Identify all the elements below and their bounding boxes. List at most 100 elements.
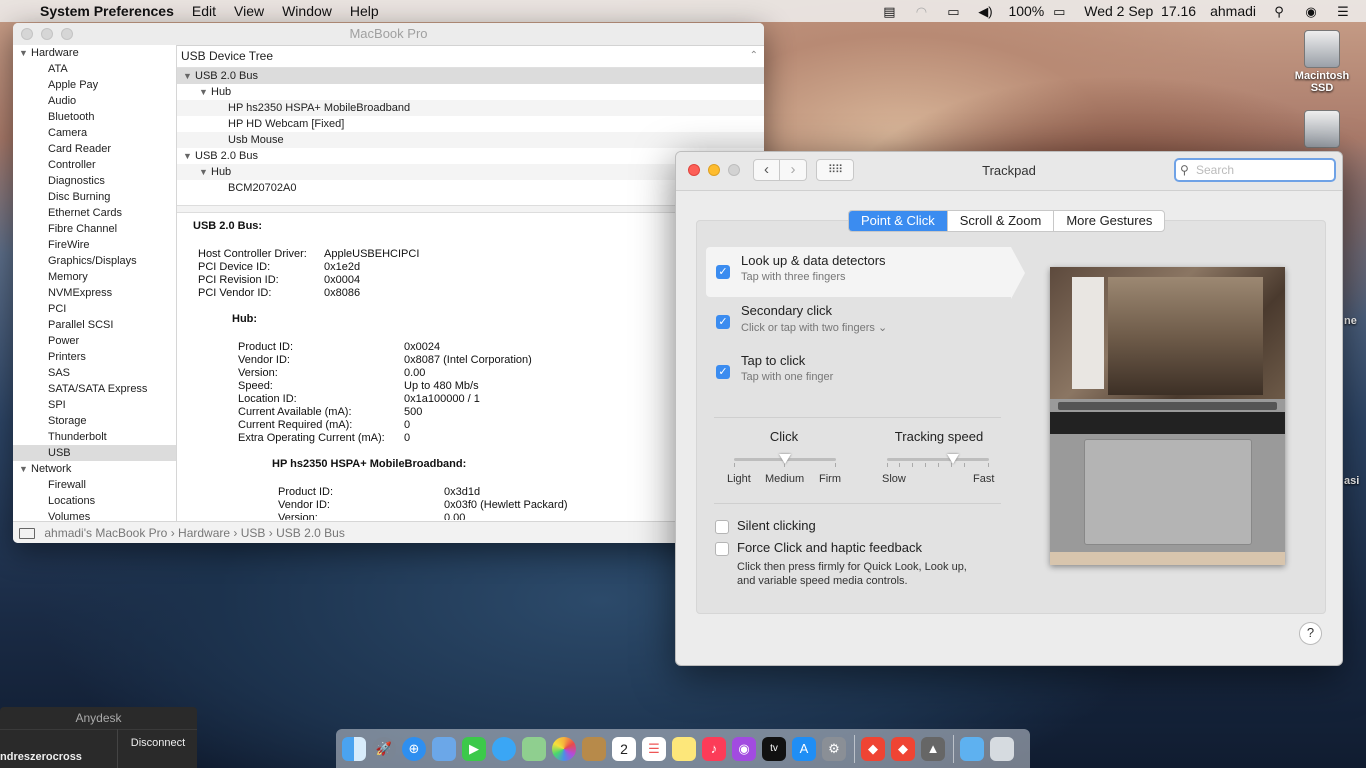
tracking-speed-knob[interactable] [947, 454, 960, 464]
sidebar-item-firewire[interactable]: FireWire [13, 237, 176, 253]
silent-clicking-checkbox[interactable] [715, 520, 729, 534]
tree-row[interactable]: ▼ Hub [177, 84, 764, 100]
sidebar-item-power[interactable]: Power [13, 333, 176, 349]
disclosure-triangle-icon[interactable]: ▼ [199, 84, 211, 100]
notes-icon[interactable] [672, 736, 696, 761]
path-item[interactable]: ahmadi's MacBook Pro [44, 526, 167, 540]
photos-icon[interactable] [552, 736, 576, 761]
battery-icon[interactable]: ▭ [1048, 4, 1070, 19]
sidebar-item-parallel-scsi[interactable]: Parallel SCSI [13, 317, 176, 333]
sidebar-item-ethernet-cards[interactable]: Ethernet Cards [13, 205, 176, 221]
disclosure-triangle-icon[interactable]: ▼ [199, 164, 211, 180]
sidebar-item-firewall[interactable]: Firewall [13, 477, 176, 493]
path-item[interactable]: Hardware [178, 526, 230, 540]
sidebar-item-fibre-channel[interactable]: Fibre Channel [13, 221, 176, 237]
downloads-folder-icon[interactable] [960, 736, 984, 761]
app-store-icon[interactable]: A [792, 736, 816, 761]
option-look-up[interactable]: ✓ Look up & data detectors Tap with thre… [706, 247, 1025, 299]
disclosure-triangle-icon[interactable]: ▼ [19, 45, 31, 61]
sidebar-item-audio[interactable]: Audio [13, 93, 176, 109]
sidebar-item-apple-pay[interactable]: Apple Pay [13, 77, 176, 93]
anydesk-2-icon[interactable]: ◆ [891, 736, 915, 761]
option-secondary-click[interactable]: ✓ Secondary click Click or tap with two … [706, 297, 1011, 347]
calendar-icon[interactable]: 2 [612, 736, 636, 761]
system-preferences-icon[interactable]: ⚙ [822, 736, 846, 761]
sidebar-item-storage[interactable]: Storage [13, 413, 176, 429]
search-field[interactable]: ⚲ Search [1174, 158, 1336, 182]
minimize-button[interactable] [41, 28, 53, 40]
podcasts-icon[interactable]: ◉ [732, 736, 756, 761]
finder-icon[interactable] [342, 736, 366, 761]
sidebar-item-sata[interactable]: SATA/SATA Express [13, 381, 176, 397]
sidebar-item-disc-burning[interactable]: Disc Burning [13, 189, 176, 205]
option-sublabel[interactable]: Click or tap with two fingers ⌄ [741, 321, 887, 334]
safari-icon[interactable]: ⊕ [402, 736, 426, 761]
script-editor-icon[interactable]: ▲ [921, 736, 945, 761]
music-icon[interactable]: ♪ [702, 736, 726, 761]
maps-icon[interactable] [522, 736, 546, 761]
sidebar-item-nvmexpress[interactable]: NVMExpress [13, 285, 176, 301]
sidebar-item-graphics-displays[interactable]: Graphics/Displays [13, 253, 176, 269]
sidebar-item-volumes[interactable]: Volumes [13, 509, 176, 521]
menu-app-name[interactable]: System Preferences [40, 3, 174, 19]
tree-row[interactable]: Usb Mouse [177, 132, 764, 148]
contacts-icon[interactable] [582, 736, 606, 761]
menu-help[interactable]: Help [350, 3, 379, 19]
sidebar-item-printers[interactable]: Printers [13, 349, 176, 365]
silent-clicking-label[interactable]: Silent clicking [737, 518, 816, 533]
sidebar-item-memory[interactable]: Memory [13, 269, 176, 285]
sidebar-item-controller[interactable]: Controller [13, 157, 176, 173]
facetime-icon[interactable]: ▶ [462, 736, 486, 761]
messages-icon[interactable] [492, 736, 516, 761]
tab-more-gestures[interactable]: More Gestures [1054, 211, 1164, 231]
sidebar-item-diagnostics[interactable]: Diagnostics [13, 173, 176, 189]
close-button[interactable] [21, 28, 33, 40]
sidebar-item-usb[interactable]: USB [13, 445, 176, 461]
disclosure-triangle-icon[interactable]: ▼ [19, 461, 31, 477]
secondary-click-checkbox[interactable]: ✓ [716, 315, 730, 329]
tree-row[interactable]: ▼ USB 2.0 Bus [177, 68, 764, 84]
option-tap-to-click[interactable]: ✓ Tap to click Tap with one finger [706, 347, 1011, 397]
battery-percent[interactable]: 100% [1008, 3, 1044, 19]
sidebar-item-pci[interactable]: PCI [13, 301, 176, 317]
sidebar-group-network[interactable]: ▼ Network [13, 461, 176, 477]
activity-monitor-icon[interactable]: ▤ [880, 4, 898, 19]
force-click-label[interactable]: Force Click and haptic feedback [737, 540, 922, 555]
reminders-icon[interactable]: ☰ [642, 736, 666, 761]
menu-user[interactable]: ahmadi [1210, 3, 1256, 19]
menu-window[interactable]: Window [282, 3, 332, 19]
notification-center-icon[interactable]: ☰ [1334, 4, 1352, 19]
tap-to-click-checkbox[interactable]: ✓ [716, 365, 730, 379]
desktop-disk-macintosh-ssd[interactable]: Macintosh SSD [1290, 30, 1354, 94]
disconnect-button[interactable]: Disconnect [117, 729, 198, 768]
airplay-icon[interactable]: ▭ [944, 4, 962, 19]
disclosure-triangle-icon[interactable]: ▼ [183, 68, 195, 84]
wifi-icon[interactable]: ◠ [912, 4, 930, 19]
sidebar-item-thunderbolt[interactable]: Thunderbolt [13, 429, 176, 445]
help-button[interactable]: ? [1299, 622, 1322, 645]
sidebar-item-card-reader[interactable]: Card Reader [13, 141, 176, 157]
menu-view[interactable]: View [234, 3, 264, 19]
force-click-checkbox[interactable] [715, 542, 729, 556]
sidebar-item-locations[interactable]: Locations [13, 493, 176, 509]
look-up-checkbox[interactable]: ✓ [716, 265, 730, 279]
sidebar-item-camera[interactable]: Camera [13, 125, 176, 141]
siri-icon[interactable]: ◉ [1302, 4, 1320, 19]
path-item[interactable]: USB [241, 526, 266, 540]
chevron-down-icon[interactable]: ⌄ [878, 322, 887, 334]
path-item[interactable]: USB 2.0 Bus [276, 526, 345, 540]
preview-icon[interactable] [432, 736, 456, 761]
sort-chevron-icon[interactable]: ⌃ [750, 45, 758, 67]
spotlight-icon[interactable]: ⚲ [1270, 4, 1288, 19]
trash-icon[interactable] [990, 736, 1014, 761]
tree-row[interactable]: HP HD Webcam [Fixed] [177, 116, 764, 132]
menu-clock[interactable]: Wed 2 Sep 17.16 [1084, 3, 1196, 19]
disclosure-triangle-icon[interactable]: ▼ [183, 148, 195, 164]
tracking-speed-track[interactable] [887, 458, 989, 461]
menu-edit[interactable]: Edit [192, 3, 216, 19]
anydesk-icon[interactable]: ◆ [861, 736, 885, 761]
sidebar-item-ata[interactable]: ATA [13, 61, 176, 77]
tree-header[interactable]: USB Device Tree ⌃ [177, 45, 764, 68]
desktop-disk-2[interactable] [1290, 110, 1354, 150]
zoom-button[interactable] [61, 28, 73, 40]
